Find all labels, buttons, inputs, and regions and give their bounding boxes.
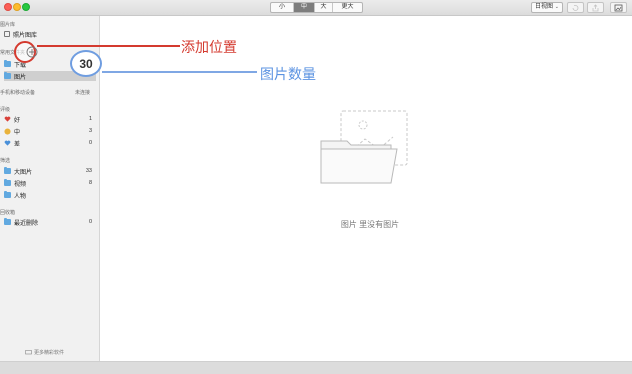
count-badge: 1 <box>88 116 92 122</box>
count-badge: 3 <box>88 128 92 134</box>
share-icon <box>592 3 599 11</box>
photo-count-pointer-line <box>102 71 257 73</box>
close-window-button[interactable] <box>4 3 12 11</box>
more-software-link[interactable]: 更多精彩软件 <box>25 349 64 356</box>
size-tab-small[interactable]: 小 <box>271 3 294 12</box>
maximize-window-button[interactable] <box>22 3 30 11</box>
sidebar-item-videos[interactable]: 视频 8 <box>4 178 96 188</box>
section-filter: 筛选 <box>0 158 11 164</box>
sidebar-item-rating-bad[interactable]: 差 0 <box>4 138 96 148</box>
sidebar-item-label: 视频 <box>14 181 27 188</box>
chevron-down-icon: ⌄ <box>554 4 559 10</box>
status-bar <box>0 361 632 374</box>
size-tab-larger[interactable]: 更大 <box>333 3 362 12</box>
slideshow-button[interactable] <box>610 2 627 13</box>
sidebar-item-label: 大图片 <box>14 169 33 176</box>
thumbnail-size-segmented-control: 小 中 大 更大 <box>270 2 363 13</box>
sidebar-item-label: 好 <box>14 117 21 124</box>
minimize-window-button[interactable] <box>13 3 21 11</box>
sidebar-item-recently-deleted[interactable]: 最近删除 0 <box>4 217 96 227</box>
sidebar-item-large-images[interactable]: 大图片 33 <box>4 166 96 176</box>
size-tab-large[interactable]: 大 <box>315 3 333 12</box>
folder-icon <box>4 60 11 67</box>
rotate-button[interactable] <box>567 2 584 13</box>
device-status: 未连接 <box>75 90 91 96</box>
heart-icon <box>4 116 11 122</box>
folder-icon <box>4 179 11 186</box>
section-library: 图片库 <box>0 22 16 28</box>
photo-count-callout: 30 <box>70 50 102 77</box>
rotate-icon <box>572 4 579 11</box>
monitor-icon <box>25 350 32 355</box>
sidebar-item-label: 中 <box>14 129 21 136</box>
add-location-label: 添加位置 <box>181 39 237 55</box>
empty-state-message: 图片 里没有图片 <box>340 220 400 229</box>
app-window: 小 中 大 更大 日视图 ⌄ 图片库 照片图库 常用文件夹 下载 图片 手机和移… <box>0 0 632 374</box>
photo-count-label: 图片数量 <box>260 66 316 82</box>
view-mode-select[interactable]: 日视图 ⌄ <box>531 2 563 13</box>
sidebar-item-label: 差 <box>14 141 21 148</box>
neutral-face-icon <box>4 128 11 135</box>
count-badge: 0 <box>88 140 92 146</box>
folder-icon <box>4 191 11 198</box>
sidebar-item-label: 最近删除 <box>14 220 39 227</box>
empty-folder-icon <box>320 110 408 184</box>
sidebar-item-label: 人物 <box>14 193 27 200</box>
more-software-label: 更多精彩软件 <box>34 350 65 356</box>
add-location-icon[interactable] <box>26 46 38 58</box>
photo-library-icon <box>4 31 10 37</box>
section-rating: 评级 <box>0 107 11 113</box>
count-badge: 33 <box>85 168 92 174</box>
broken-heart-icon <box>4 140 11 146</box>
sidebar-item-rating-good[interactable]: 好 1 <box>4 114 96 124</box>
section-devices: 手机和移动设备 <box>0 90 36 96</box>
add-location-pointer-line <box>37 45 180 47</box>
sidebar-item-people[interactable]: 人物 <box>4 190 96 200</box>
folder-icon <box>4 167 11 174</box>
share-button[interactable] <box>587 2 604 13</box>
sidebar-item-rating-medium[interactable]: 中 3 <box>4 126 96 136</box>
size-tab-medium[interactable]: 中 <box>294 3 315 12</box>
folder-icon <box>4 218 11 225</box>
toolbar: 小 中 大 更大 日视图 ⌄ <box>0 0 632 16</box>
sidebar-item-label: 图片 <box>14 74 27 81</box>
section-trash: 回收箱 <box>0 210 16 216</box>
sidebar-item-label: 照片图库 <box>13 32 38 39</box>
view-mode-value: 日视图 <box>535 4 554 10</box>
slideshow-icon <box>614 4 623 11</box>
count-badge: 8 <box>88 180 92 186</box>
count-badge: 0 <box>88 219 92 225</box>
folder-icon <box>4 72 11 79</box>
sidebar-item-photo-library[interactable]: 照片图库 <box>4 29 96 39</box>
photo-count-value: 30 <box>79 56 93 71</box>
